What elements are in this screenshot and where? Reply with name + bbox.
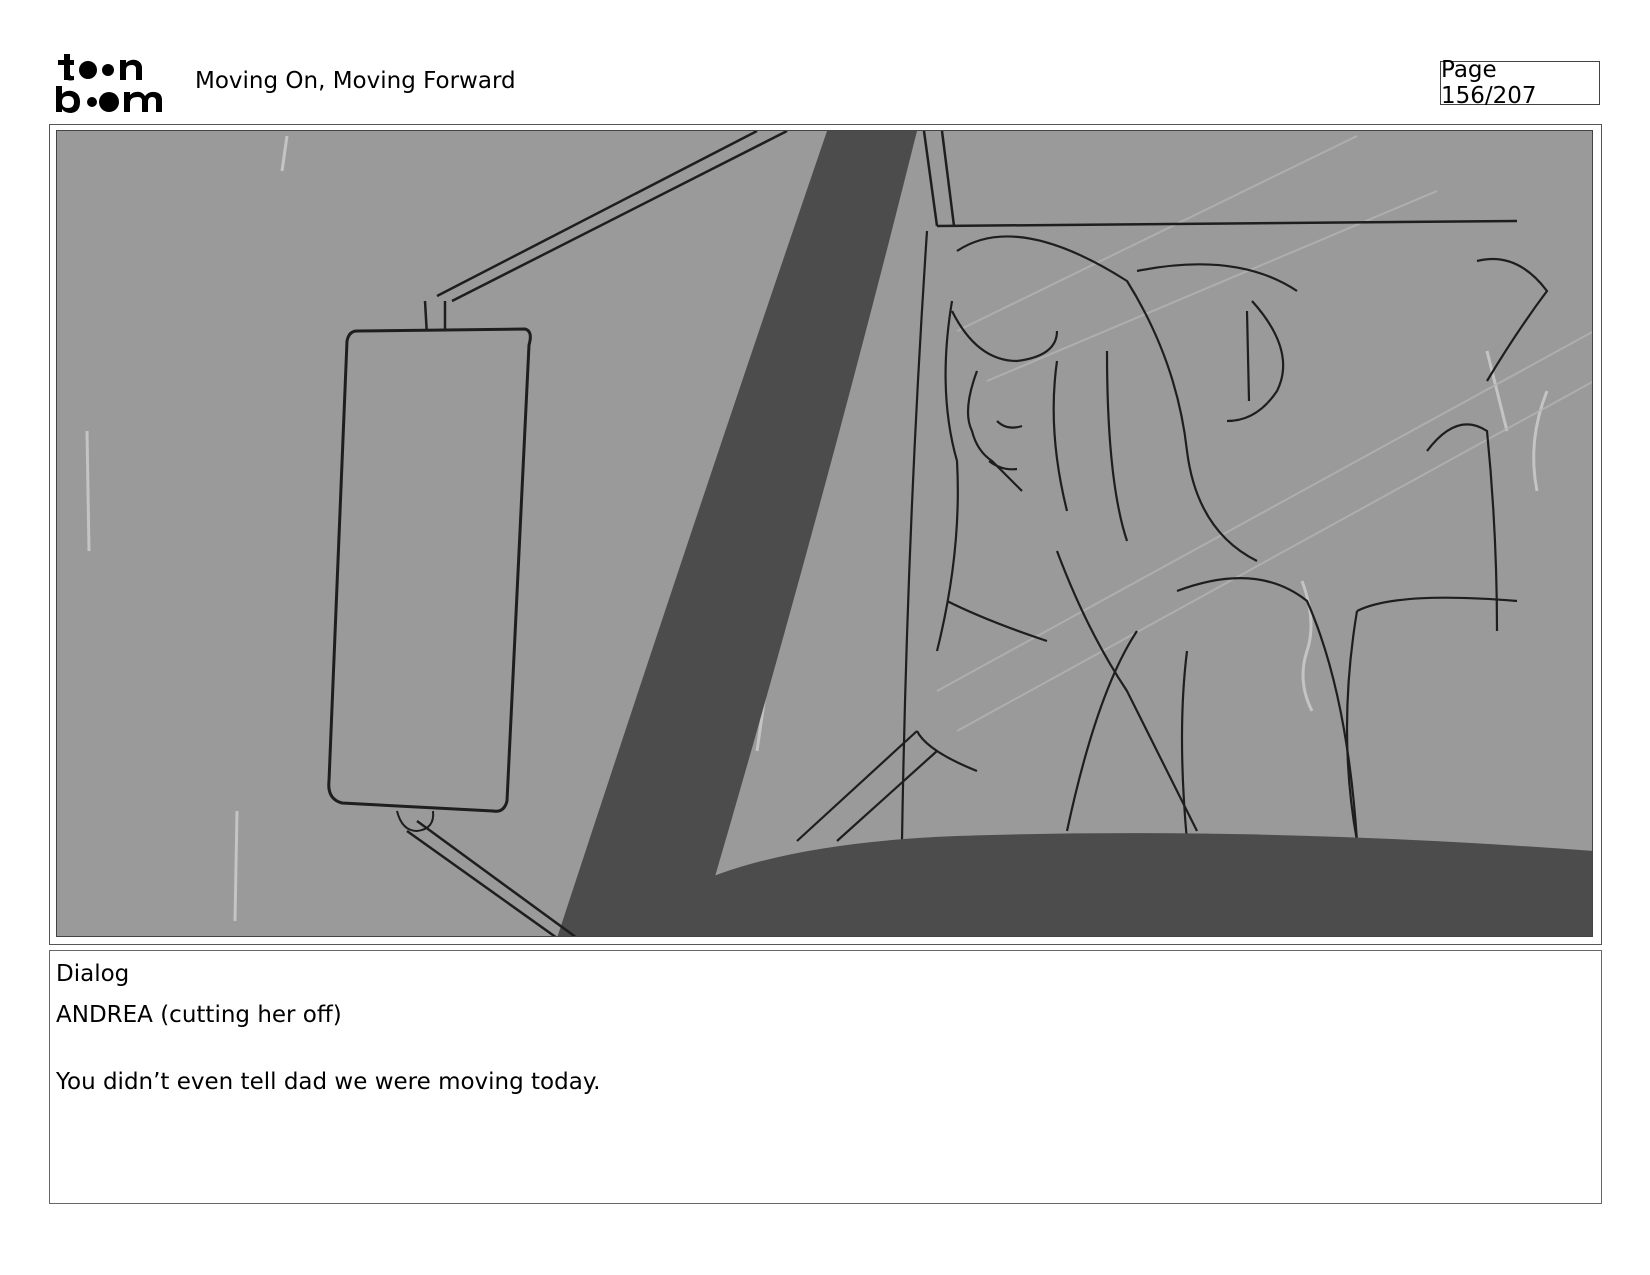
storyboard-panel: [49, 124, 1602, 945]
document-title: Moving On, Moving Forward: [195, 68, 516, 94]
page-number-box: Page 156/207: [1440, 57, 1600, 109]
panel-image-frame: [56, 130, 1593, 937]
dialog-header: Dialog: [56, 961, 130, 987]
dialog-box: Dialog ANDREA (cutting her off) You didn…: [49, 950, 1602, 1204]
storyboard-sketch: [57, 131, 1592, 936]
toon-boom-logo: [56, 54, 162, 113]
dialog-speaker: ANDREA (cutting her off): [56, 1002, 342, 1028]
dialog-line: You didn’t even tell dad we were moving …: [56, 1069, 601, 1095]
